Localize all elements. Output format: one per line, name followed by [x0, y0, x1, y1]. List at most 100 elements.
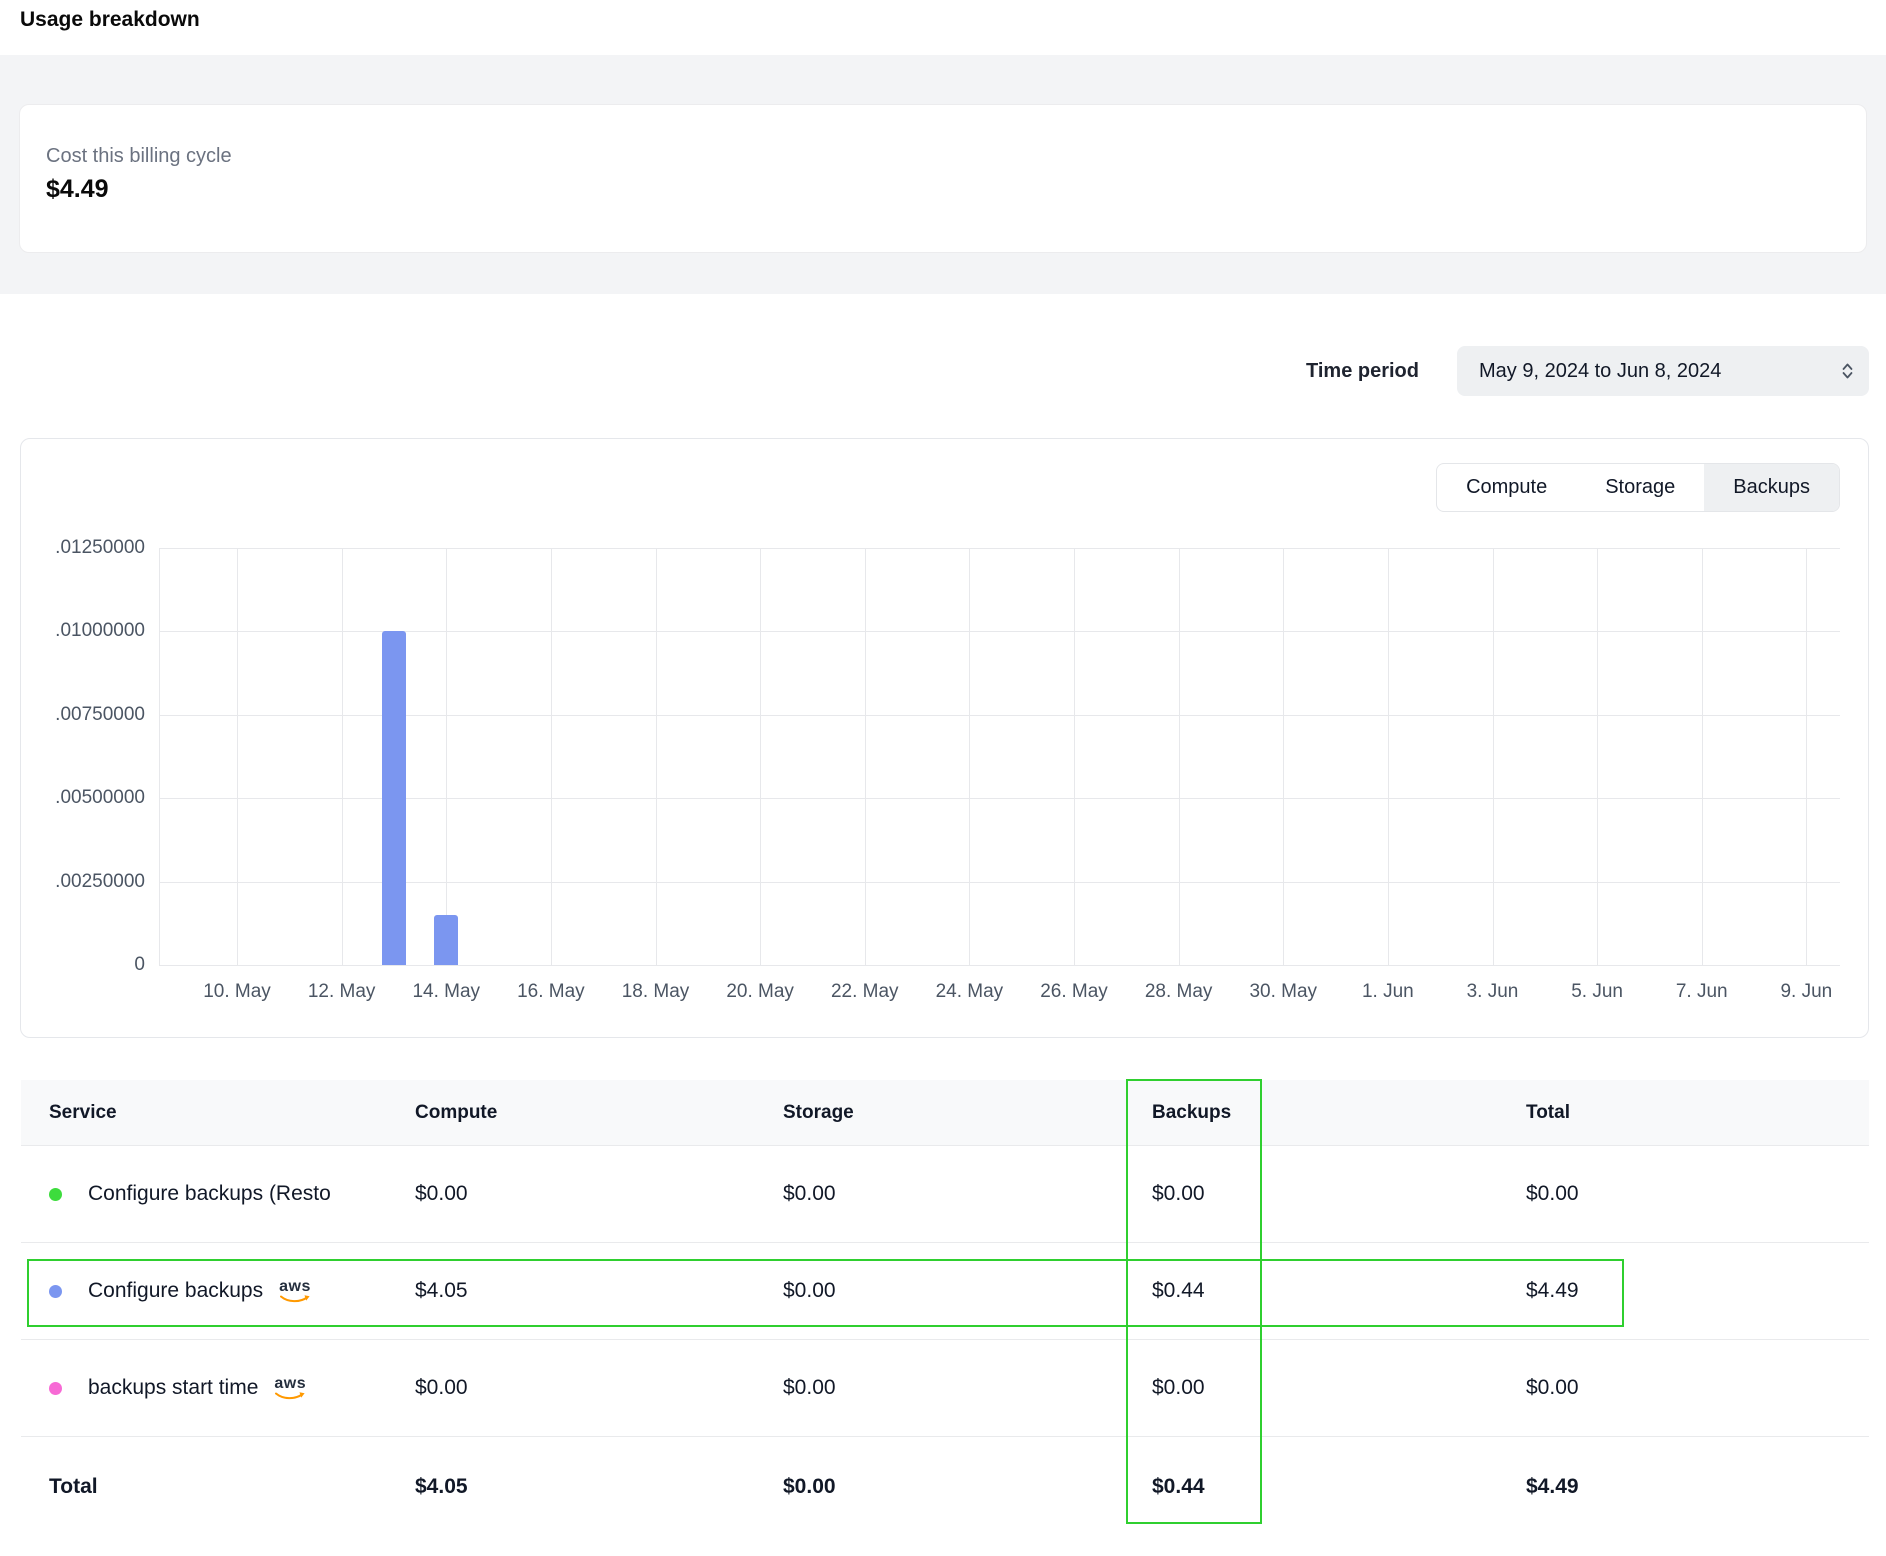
total-backups: $0.44 [1152, 1475, 1526, 1499]
usage-table: Service Compute Storage Backups Total Co… [21, 1080, 1869, 1536]
chart-metric-tabs: Compute Storage Backups [49, 463, 1840, 512]
v-gridline [1074, 548, 1075, 965]
usage-chart-card: Compute Storage Backups .01250000 .010000… [20, 438, 1869, 1038]
page-title: Usage breakdown [20, 8, 1886, 32]
y-axis-tick-label: .01000000 [55, 620, 145, 642]
v-gridline [1702, 548, 1703, 965]
y-axis-tick-label: .00500000 [55, 787, 145, 809]
tab-backups[interactable]: Backups [1704, 464, 1839, 511]
y-axis-tick-label: .01250000 [55, 537, 145, 559]
x-axis-tick-label: 28. May [1145, 981, 1213, 1003]
x-axis-tick-label: 7. Jun [1676, 981, 1728, 1003]
storage-value: $0.00 [783, 1279, 1152, 1303]
chart-bar[interactable] [434, 915, 458, 965]
total-value: $0.00 [1526, 1182, 1869, 1206]
v-gridline [1493, 548, 1494, 965]
time-period-select[interactable]: May 9, 2024 to Jun 8, 2024 [1457, 346, 1869, 396]
x-axis-tick-label: 10. May [203, 981, 271, 1003]
x-axis-tick-label: 26. May [1040, 981, 1108, 1003]
total-storage: $0.00 [783, 1475, 1152, 1499]
x-axis-tick-label: 16. May [517, 981, 585, 1003]
service-name: Configure backups (Resto [88, 1182, 331, 1206]
time-period-row: Time period May 9, 2024 to Jun 8, 2024 [0, 346, 1869, 396]
aws-icon: aws [279, 1279, 311, 1304]
chart-plot [159, 548, 1840, 965]
total-row-label: Total [21, 1475, 415, 1499]
tab-storage[interactable]: Storage [1576, 464, 1704, 511]
storage-value: $0.00 [783, 1182, 1152, 1206]
aws-icon: aws [274, 1376, 306, 1401]
h-gridline [159, 798, 1840, 799]
x-axis-tick-label: 12. May [308, 981, 376, 1003]
v-gridline [865, 548, 866, 965]
time-period-value: May 9, 2024 to Jun 8, 2024 [1479, 360, 1840, 383]
table-total-row: Total $4.05 $0.00 $0.44 $4.49 [21, 1436, 1869, 1536]
y-axis-tick-label: .00750000 [55, 704, 145, 726]
total-compute: $4.05 [415, 1475, 783, 1499]
x-axis-tick-label: 1. Jun [1362, 981, 1414, 1003]
tab-group: Compute Storage Backups [1436, 463, 1840, 512]
x-axis-tick-label: 20. May [726, 981, 794, 1003]
total-value: $0.00 [1526, 1376, 1869, 1400]
v-gridline [1806, 548, 1807, 965]
table-row-configure-backups-restore: Configure backups (Resto $0.00 $0.00 $0.… [21, 1145, 1869, 1242]
storage-value: $0.00 [783, 1376, 1152, 1400]
table-header-row: Service Compute Storage Backups Total [21, 1080, 1869, 1145]
service-name: Configure backups [88, 1279, 263, 1303]
backups-value: $0.44 [1152, 1279, 1526, 1303]
aws-smile-arrow-icon [275, 1392, 305, 1401]
billing-summary-card: Cost this billing cycle $4.49 [19, 104, 1867, 253]
total-value: $4.49 [1526, 1279, 1869, 1303]
select-updown-icon [1840, 361, 1855, 381]
x-axis-tick-label: 5. Jun [1571, 981, 1623, 1003]
header-backups: Backups [1152, 1102, 1526, 1124]
aws-smile-arrow-icon [280, 1295, 310, 1304]
usage-breakdown-page: Usage breakdown Cost this billing cycle … [0, 8, 1886, 1536]
v-gridline [1597, 548, 1598, 965]
service-color-dot [49, 1285, 62, 1298]
tab-compute[interactable]: Compute [1437, 464, 1576, 511]
table-row-backups-start-time: backups start time aws $0.00 $0.00 $0.00… [21, 1339, 1869, 1436]
plot-left-edge-line [159, 548, 160, 965]
chart-y-axis: .01250000.01000000.00750000.00500000.002… [49, 548, 159, 965]
v-gridline [446, 548, 447, 965]
v-gridline [969, 548, 970, 965]
h-gridline [159, 548, 1840, 549]
chart-x-axis: 10. May 12. May 14. May 16. May 18. May 20. M… [159, 981, 1840, 1005]
x-axis-tick-label: 9. Jun [1780, 981, 1832, 1003]
v-gridline [1179, 548, 1180, 965]
total-total: $4.49 [1526, 1475, 1869, 1499]
chart-bar[interactable] [382, 631, 406, 965]
v-gridline [1283, 548, 1284, 965]
x-axis-tick-label: 22. May [831, 981, 899, 1003]
h-gridline [159, 715, 1840, 716]
table-row-configure-backups: Configure backups aws $4.05 $0.00 $0.44 … [21, 1242, 1869, 1339]
service-color-dot [49, 1188, 62, 1201]
cost-cycle-value: $4.49 [46, 175, 1840, 204]
h-gridline [159, 965, 1840, 966]
header-service: Service [21, 1102, 415, 1124]
v-gridline [342, 548, 343, 965]
v-gridline [551, 548, 552, 965]
x-axis-tick-label: 18. May [622, 981, 690, 1003]
header-storage: Storage [783, 1102, 1152, 1124]
x-axis-tick-label: 3. Jun [1467, 981, 1519, 1003]
y-axis-tick-label: .00250000 [55, 871, 145, 893]
v-gridline [760, 548, 761, 965]
compute-value: $0.00 [415, 1182, 783, 1206]
v-gridline [237, 548, 238, 965]
x-axis-tick-label: 14. May [412, 981, 480, 1003]
header-total: Total [1526, 1102, 1869, 1124]
v-gridline [656, 548, 657, 965]
backups-value: $0.00 [1152, 1376, 1526, 1400]
h-gridline [159, 631, 1840, 632]
service-color-dot [49, 1382, 62, 1395]
cost-cycle-label: Cost this billing cycle [46, 145, 1840, 168]
y-axis-tick-label: 0 [134, 954, 145, 976]
backups-value: $0.00 [1152, 1182, 1526, 1206]
v-gridline [1388, 548, 1389, 965]
billing-summary-band: Cost this billing cycle $4.49 [0, 55, 1886, 294]
x-axis-tick-label: 30. May [1249, 981, 1317, 1003]
compute-value: $0.00 [415, 1376, 783, 1400]
h-gridline [159, 882, 1840, 883]
